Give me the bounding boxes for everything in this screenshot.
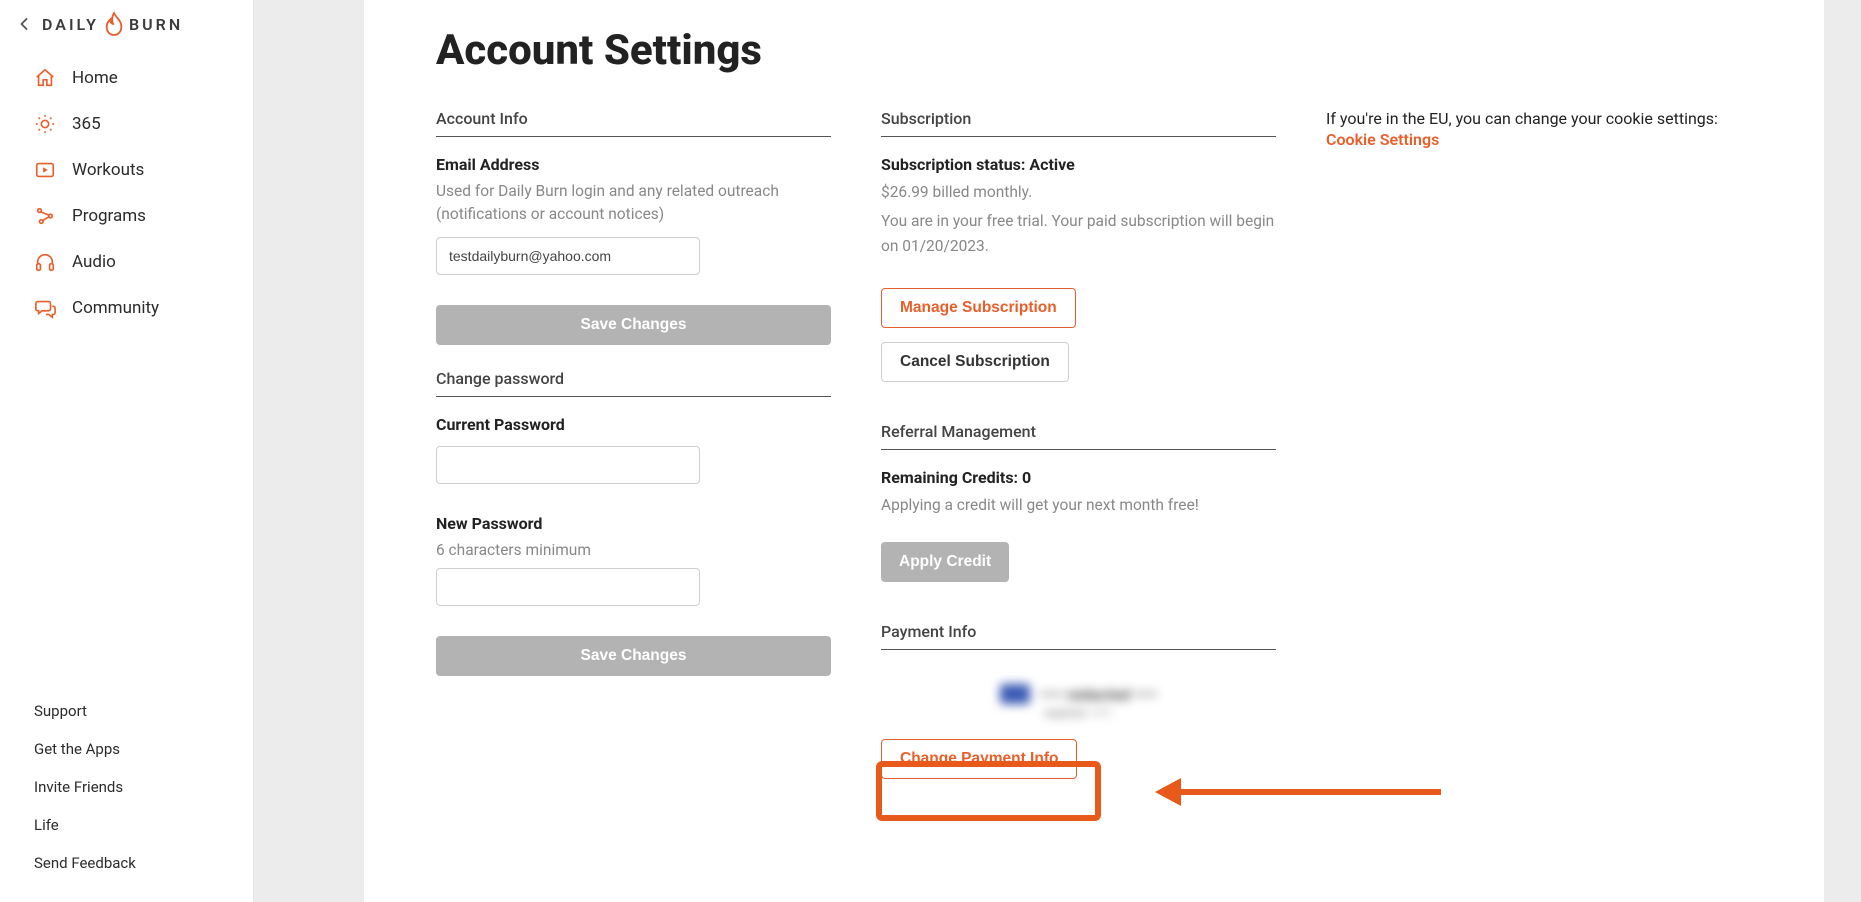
sidebar-item-home[interactable]: Home [0,55,253,101]
section-payment: Payment Info [881,622,1276,650]
annotation-arrow [1155,778,1441,806]
sidebar: DAILY BURN Home 365 [0,0,254,902]
sidebar-item-label: 365 [72,114,101,134]
label-current-password: Current Password [436,415,831,434]
save-email-button[interactable]: Save Changes [436,305,831,345]
sidebar-item-community[interactable]: Community [0,285,253,331]
sidebar-item-label: Workouts [72,160,144,180]
sun-icon [34,113,56,135]
link-life[interactable]: Life [34,816,219,834]
subscription-status: Subscription status: Active [881,155,1276,174]
credits-label: Remaining Credits: [881,468,1022,487]
link-send-feedback[interactable]: Send Feedback [34,854,219,872]
arrow-head-icon [1155,778,1181,806]
annotation-highlight-box [876,761,1101,821]
logo-row: DAILY BURN [0,5,253,51]
sidebar-item-label: Programs [72,206,146,226]
link-get-apps[interactable]: Get the Apps [34,740,219,758]
billing-line: $26.99 billed monthly. [881,180,1276,205]
sidebar-item-label: Community [72,298,159,318]
email-input[interactable] [436,237,700,275]
new-password-input[interactable] [436,568,700,606]
path-icon [34,205,56,227]
sidebar-item-workouts[interactable]: Workouts [0,147,253,193]
page-title: Account Settings [436,26,1752,75]
subscription-status-value: Active [1029,155,1074,174]
col-account: Account Info Email Address Used for Dail… [436,109,831,676]
eu-notice-text: If you're in the EU, you can change your… [1326,109,1746,128]
save-password-button[interactable]: Save Changes [436,636,831,676]
headphones-icon [34,251,56,273]
brand-logo[interactable]: DAILY BURN [42,11,183,37]
credit-card-icon [1000,684,1030,704]
col-subscription: Subscription Subscription status: Active… [881,109,1276,779]
subscription-status-label: Subscription status: [881,155,1029,174]
sidebar-item-label: Audio [72,252,116,272]
credit-help: Applying a credit will get your next mon… [881,493,1276,518]
remaining-credits: Remaining Credits: 0 [881,468,1276,487]
chat-icon [34,297,56,319]
apply-credit-button[interactable]: Apply Credit [881,542,1009,582]
col-eu-notice: If you're in the EU, you can change your… [1326,109,1746,149]
payment-details-blurred: •••• redacted •••• expires ••/•• [881,684,1276,721]
flame-icon [103,11,125,37]
label-email: Email Address [436,155,831,174]
sidebar-item-programs[interactable]: Programs [0,193,253,239]
credits-value: 0 [1022,468,1031,487]
manage-subscription-button[interactable]: Manage Subscription [881,288,1076,328]
help-email: Used for Daily Burn login and any relate… [436,180,831,227]
current-password-input[interactable] [436,446,700,484]
cancel-subscription-button[interactable]: Cancel Subscription [881,342,1069,382]
cookie-settings-link[interactable]: Cookie Settings [1326,130,1746,149]
link-support[interactable]: Support [34,702,219,720]
sidebar-item-365[interactable]: 365 [0,101,253,147]
back-arrow-icon[interactable] [12,12,36,36]
link-invite-friends[interactable]: Invite Friends [34,778,219,796]
section-account-info: Account Info [436,109,831,137]
section-change-password: Change password [436,369,831,397]
label-new-password: New Password [436,514,831,533]
help-new-password: 6 characters minimum [436,539,831,562]
trial-line: You are in your free trial. Your paid su… [881,209,1276,259]
section-subscription: Subscription [881,109,1276,137]
brand-right: BURN [129,15,183,34]
brand-left: DAILY [42,15,99,34]
arrow-line [1181,789,1441,795]
home-icon [34,67,56,89]
play-screen-icon [34,159,56,181]
sidebar-item-audio[interactable]: Audio [0,239,253,285]
sidebar-item-label: Home [72,68,118,88]
section-referral: Referral Management [881,422,1276,450]
sidebar-bottom-links: Support Get the Apps Invite Friends Life… [0,702,253,902]
nav: Home 365 Workouts Programs [0,51,253,335]
